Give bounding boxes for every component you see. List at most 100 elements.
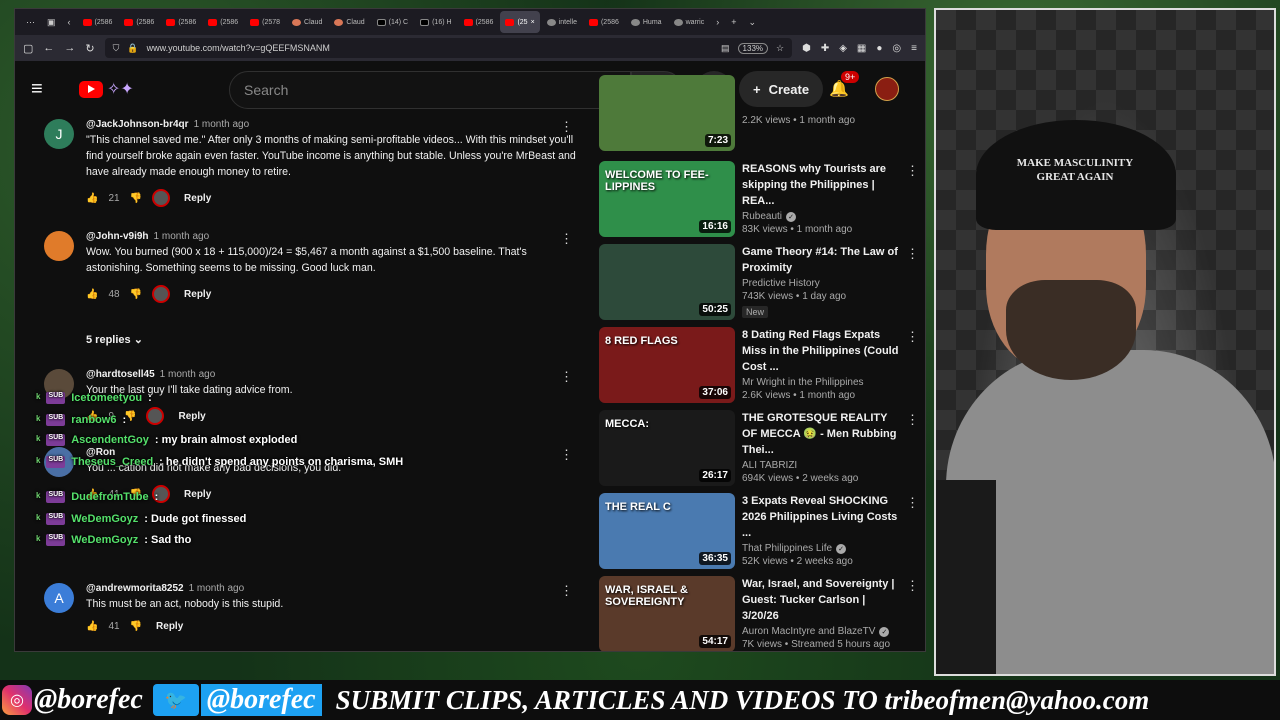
video-title[interactable]: 8 Dating Red Flags Expats Miss in the Ph… bbox=[742, 327, 902, 375]
shield-icon[interactable]: ⛉ bbox=[113, 43, 120, 54]
browser-tab[interactable]: (16) H bbox=[415, 11, 456, 33]
comment-author[interactable]: @hardtosell45 bbox=[86, 369, 155, 380]
extension-icon[interactable]: ⬢ bbox=[802, 43, 811, 54]
tab-list-icon[interactable]: ⋯ bbox=[21, 17, 40, 28]
comment-author[interactable]: @andrewmorita8252 bbox=[86, 583, 184, 594]
more-options-icon[interactable]: ⋮ bbox=[906, 329, 919, 345]
reply-button[interactable]: Reply bbox=[184, 289, 211, 300]
more-options-icon[interactable]: ⋮ bbox=[906, 163, 919, 179]
url-text[interactable]: www.youtube.com/watch?v=gQEEFMSNANM bbox=[147, 43, 713, 53]
video-title[interactable]: 3 Expats Reveal SHOCKING 2026 Philippine… bbox=[742, 493, 902, 541]
url-bar[interactable]: ⛉ 🔒 www.youtube.com/watch?v=gQEEFMSNANM … bbox=[104, 38, 793, 58]
browser-tab[interactable]: Claud bbox=[287, 11, 327, 33]
zoom-level[interactable]: 133% bbox=[737, 42, 769, 54]
comment-time[interactable]: 1 month ago bbox=[154, 231, 210, 242]
more-options-icon[interactable]: ⋮ bbox=[906, 412, 919, 428]
channel-name[interactable]: Auron MacIntyre and BlazeTV bbox=[742, 626, 875, 637]
view-replies-button[interactable]: 5 replies ⌄ bbox=[86, 333, 143, 346]
dislike-icon[interactable]: 👎 bbox=[130, 193, 142, 204]
browser-tab[interactable]: warric bbox=[669, 11, 710, 33]
channel-name[interactable]: Predictive History bbox=[742, 278, 820, 289]
more-options-icon[interactable]: ⋮ bbox=[560, 583, 573, 599]
comment-author[interactable]: @JackJohnson-br4qr bbox=[86, 119, 189, 130]
video-thumbnail[interactable]: MECCA: 26:17 bbox=[599, 410, 735, 486]
extension-icon-5[interactable]: ◎ bbox=[892, 43, 901, 54]
more-options-icon[interactable]: ⋮ bbox=[906, 495, 919, 511]
channel-name[interactable]: Mr Wright in the Philippines bbox=[742, 377, 864, 388]
hamburger-menu-icon[interactable]: ≡ bbox=[31, 78, 61, 101]
comment-time[interactable]: 1 month ago bbox=[160, 369, 216, 380]
scroll-right-icon[interactable]: › bbox=[711, 17, 724, 27]
video-title[interactable]: Game Theory #14: The Law of Proximity bbox=[742, 244, 902, 276]
search-input[interactable]: Search bbox=[229, 71, 631, 109]
more-options-icon[interactable]: ⋮ bbox=[560, 369, 573, 385]
more-options-icon[interactable]: ⋮ bbox=[906, 578, 919, 594]
recommended-video[interactable]: MECCA: 26:17 THE GROTESQUE REALITY OF MECC… bbox=[599, 410, 919, 488]
browser-tab[interactable]: (2586 bbox=[161, 11, 201, 33]
video-thumbnail[interactable]: THE REAL C 36:35 bbox=[599, 493, 735, 569]
browser-tab[interactable]: (2578 bbox=[245, 11, 285, 33]
reload-icon[interactable]: ↻ bbox=[85, 42, 94, 55]
recommended-video[interactable]: 7:23 2.2K views • 1 month ago bbox=[599, 75, 919, 153]
browser-tab[interactable]: Huma bbox=[626, 11, 667, 33]
comment-time[interactable]: 1 month ago bbox=[189, 583, 245, 594]
like-icon[interactable]: 👍 bbox=[86, 289, 98, 300]
close-tab-icon[interactable]: × bbox=[531, 19, 535, 26]
commenter-avatar[interactable]: J bbox=[44, 119, 74, 149]
lock-icon[interactable]: 🔒 bbox=[127, 43, 138, 54]
browser-tab[interactable]: (2586 bbox=[584, 11, 624, 33]
recommended-video[interactable]: WAR, ISRAEL & SOVEREIGNTY 54:17 War, Israe… bbox=[599, 576, 919, 651]
recommended-video[interactable]: WELCOME TO FEE-LIPPINES 16:16 REASONS why … bbox=[599, 161, 919, 239]
like-icon[interactable]: 👍 bbox=[86, 193, 98, 204]
more-options-icon[interactable]: ⋮ bbox=[560, 119, 573, 135]
video-title[interactable]: THE GROTESQUE REALITY OF MECCA 🤢 - Men R… bbox=[742, 410, 902, 458]
more-options-icon[interactable]: ⋮ bbox=[560, 231, 573, 247]
youtube-logo[interactable]: ✧✦ bbox=[79, 79, 134, 99]
video-title[interactable]: War, Israel, and Sovereignty | Guest: Tu… bbox=[742, 576, 902, 624]
commenter-avatar[interactable]: A bbox=[44, 583, 74, 613]
reply-button[interactable]: Reply bbox=[184, 193, 211, 204]
like-icon[interactable]: 👍 bbox=[86, 621, 98, 632]
more-options-icon[interactable]: ⋮ bbox=[560, 447, 573, 463]
reader-icon[interactable]: ▤ bbox=[721, 43, 730, 54]
recommended-video[interactable]: 8 RED FLAGS 37:06 8 Dating Red Flags Expat… bbox=[599, 327, 919, 405]
scroll-left-icon[interactable]: ‹ bbox=[63, 17, 76, 27]
extensions-puzzle-icon[interactable]: ✚ bbox=[821, 43, 829, 54]
recommended-video[interactable]: THE REAL C 36:35 3 Expats Reveal SHOCKING … bbox=[599, 493, 919, 571]
browser-tab[interactable]: (2586 bbox=[119, 11, 159, 33]
bookmark-star-icon[interactable]: ☆ bbox=[776, 43, 784, 54]
back-icon[interactable]: ← bbox=[43, 42, 54, 54]
reply-button[interactable]: Reply bbox=[178, 411, 205, 422]
browser-tab[interactable]: intelle bbox=[542, 11, 582, 33]
extension-icon-4[interactable]: ● bbox=[876, 43, 882, 54]
sidebar-toggle-icon[interactable]: ▣ bbox=[42, 17, 61, 28]
video-thumbnail[interactable]: 8 RED FLAGS 37:06 bbox=[599, 327, 735, 403]
new-tab-icon[interactable]: + bbox=[726, 17, 741, 27]
comment-time[interactable]: 1 month ago bbox=[194, 119, 250, 130]
video-thumbnail[interactable]: WAR, ISRAEL & SOVEREIGNTY 54:17 bbox=[599, 576, 735, 651]
channel-name[interactable]: Rubeauti bbox=[742, 211, 782, 222]
tab-overflow-icon[interactable]: ⌄ bbox=[744, 17, 762, 28]
dislike-icon[interactable]: 👎 bbox=[130, 289, 142, 300]
channel-name[interactable]: That Philippines Life bbox=[742, 543, 832, 554]
more-options-icon[interactable]: ⋮ bbox=[906, 246, 919, 262]
forward-icon[interactable]: → bbox=[64, 42, 75, 54]
dislike-icon[interactable]: 👎 bbox=[130, 621, 142, 632]
extension-icon-3[interactable]: ▦ bbox=[857, 43, 866, 54]
browser-tab[interactable]: (2586 bbox=[78, 11, 118, 33]
browser-tab[interactable]: (14) C bbox=[372, 11, 413, 33]
recommended-video[interactable]: 50:25 Game Theory #14: The Law of Proximi… bbox=[599, 244, 919, 322]
video-thumbnail[interactable]: 7:23 bbox=[599, 75, 735, 151]
browser-tab[interactable]: (2586 bbox=[203, 11, 243, 33]
sidebar-icon[interactable]: ▢ bbox=[23, 42, 33, 55]
browser-tab[interactable]: (25 × bbox=[500, 11, 540, 33]
extension-icon-2[interactable]: ◈ bbox=[839, 43, 847, 54]
comment-author[interactable]: @John-v9i9h bbox=[86, 231, 149, 242]
reply-button[interactable]: Reply bbox=[156, 621, 183, 632]
commenter-avatar[interactable] bbox=[44, 231, 74, 261]
video-thumbnail[interactable]: WELCOME TO FEE-LIPPINES 16:16 bbox=[599, 161, 735, 237]
menu-icon[interactable]: ≡ bbox=[911, 43, 917, 54]
browser-tab[interactable]: (2586 bbox=[459, 11, 499, 33]
video-title[interactable]: REASONS why Tourists are skipping the Ph… bbox=[742, 161, 902, 209]
reply-button[interactable]: Reply bbox=[184, 489, 211, 500]
